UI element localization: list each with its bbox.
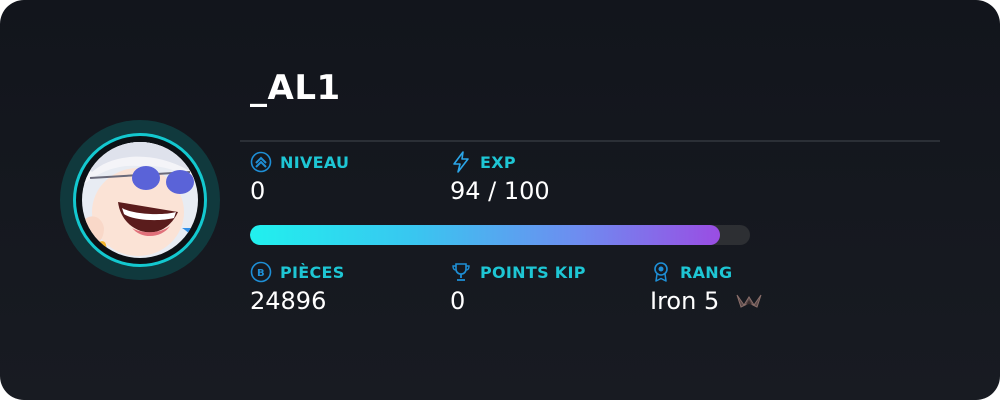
avatar-ring — [73, 133, 207, 267]
profile-card: _AL1 NIVEAU 0 EXP 94 / 100 B PIÈCES 2489… — [0, 0, 1000, 400]
exp-progress-bar — [250, 225, 750, 245]
anime-character-avatar — [82, 142, 198, 258]
stat-kip-points: POINTS KIP 0 — [450, 261, 586, 316]
stat-level: NIVEAU 0 — [250, 151, 349, 205]
stat-coins-label: PIÈCES — [280, 262, 345, 282]
stat-level-label: NIVEAU — [280, 152, 350, 172]
stat-rank: RANG Iron 5 — [650, 261, 763, 315]
stat-rank-label: RANG — [680, 262, 733, 282]
stat-level-value: 0 — [250, 177, 266, 205]
iron-rank-emblem — [736, 294, 762, 308]
trophy-icon — [452, 263, 470, 281]
divider — [240, 140, 940, 142]
username: _AL1 — [250, 68, 341, 108]
avatar — [82, 142, 198, 258]
stat-kip-points-value: 0 — [450, 287, 466, 315]
lightning-bolt-icon — [453, 151, 469, 173]
svg-text:B: B — [257, 268, 265, 279]
stat-exp-label: EXP — [480, 152, 516, 172]
avatar-halo — [60, 120, 220, 280]
stat-coins: B PIÈCES 24896 — [250, 261, 345, 315]
stat-exp-value: 94 / 100 — [450, 177, 550, 205]
stat-exp: EXP 94 / 100 — [450, 151, 550, 205]
exp-progress-fill — [250, 225, 720, 245]
rank-badge-icon — [654, 262, 668, 282]
coin-icon: B — [250, 261, 272, 283]
stat-coins-value: 24896 — [250, 287, 327, 315]
chevron-up-circle-icon — [250, 151, 272, 173]
stat-kip-points-label: POINTS KIP — [480, 262, 586, 282]
stat-rank-value: Iron 5 — [650, 287, 720, 315]
